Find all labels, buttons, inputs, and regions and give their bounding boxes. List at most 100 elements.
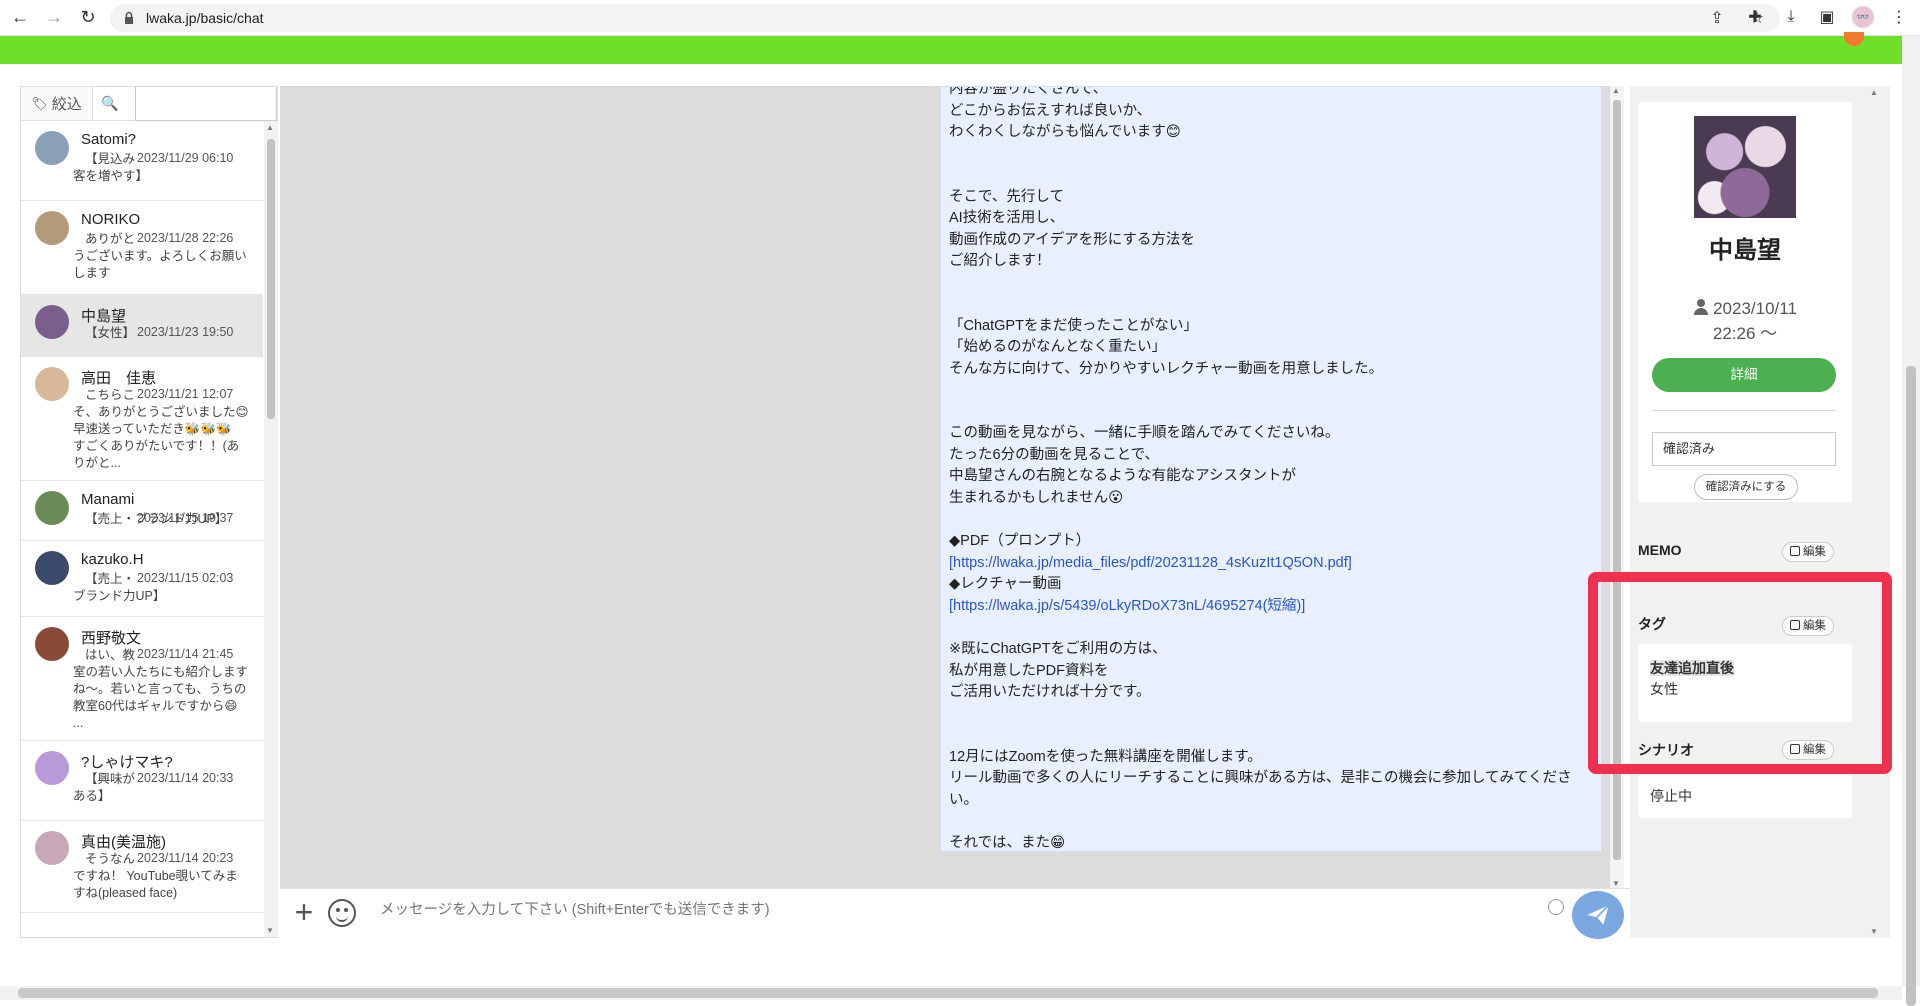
app-header-bar [0, 36, 1902, 64]
message-input-bar: + [280, 888, 1630, 939]
message-text: ※既にChatGPTをご利用の方は、 私が用意したPDF資料を ご活用いただけれ… [949, 641, 1167, 700]
contact-preview: 【売上・ ブランド力UP】 [73, 572, 166, 603]
page-scroll-thumb[interactable] [1906, 366, 1916, 1006]
browser-actions: ✚ ⤓ ▣ 👓 ⋮ [1744, 6, 1910, 28]
contact-name: kazuko.H [81, 551, 144, 568]
contact-list: Satomi? 2023/11/29 06:10 【見込み 客を増やす】 NORIKO… [21, 121, 263, 937]
share-icon[interactable]: ⇪ [1706, 7, 1728, 29]
send-button[interactable] [1572, 891, 1624, 939]
scenario-card: 停止中 [1638, 774, 1852, 818]
message-text: そこで、先行して AI技術を活用し、 動画作成のアイデアを形にする方法を ご紹介… [949, 188, 1195, 270]
horizontal-scroll-thumb[interactable] [18, 988, 1878, 998]
contact-avatar [35, 831, 69, 865]
profile-panel-scrollbar[interactable]: ▲ ▼ [1868, 86, 1882, 938]
contact-preview: 【見込み 客を増やす】 [73, 152, 149, 183]
message-text: 12月にはZoomを使った無料講座を開催します。 リール動画で多くの人にリーチす… [949, 748, 1572, 808]
chat-area: 内容が盛りたくさんで、 どこからお伝えすれば良いか、 わくわくしながらも悩んでい… [280, 86, 1624, 888]
side-panel-icon[interactable]: ▣ [1816, 6, 1838, 28]
profile-panel: 中島望 2023/10/11 22:26 〜 詳細 確認済み 確認済みにする M… [1630, 86, 1890, 938]
contact-avatar [35, 551, 69, 585]
contact-name: 真由(美温施) [81, 834, 166, 851]
edit-label: 編集 [1803, 546, 1826, 558]
contact-preview: 【売上・ブランド力UP】 [85, 512, 228, 526]
scroll-up-arrow-icon[interactable]: ▲ [266, 123, 274, 132]
pdf-link[interactable]: [https://lwaka.jp/media_files/pdf/202311… [949, 555, 1352, 571]
message-text: ◆PDF（プロンプト） [949, 533, 1091, 549]
contact-avatar [35, 491, 69, 525]
profile-image [1694, 116, 1796, 218]
tag-icon: 🏷 [31, 95, 48, 111]
contact-name: 高田 佳恵 [81, 370, 157, 387]
lock-icon [125, 11, 133, 24]
url-text: lwaka.jp/basic/chat [146, 10, 264, 26]
scroll-up-arrow-icon[interactable]: ▲ [1612, 86, 1620, 95]
address-bar[interactable]: lwaka.jp/basic/chat ⇪ ☆ [110, 4, 1780, 32]
contact-item[interactable]: 高田 佳恵 2023/11/21 12:07 こちらこ そ、ありがとうございました😊… [21, 357, 263, 481]
contact-item[interactable]: Satomi? 2023/11/29 06:10 【見込み 客を増やす】 [21, 121, 263, 201]
contact-name: 西野敬文 [81, 630, 142, 647]
detail-button[interactable]: 詳細 [1652, 358, 1836, 392]
profile-avatar-icon[interactable]: 👓 [1852, 6, 1874, 28]
mark-confirmed-button[interactable]: 確認済みにする [1694, 474, 1798, 500]
inline-emoji-icon[interactable] [1548, 899, 1564, 915]
page-scrollbar[interactable] [1902, 36, 1920, 1006]
contact-list-scroll-thumb[interactable] [267, 139, 275, 419]
message-input[interactable] [380, 895, 1550, 925]
video-link[interactable]: [https://lwaka.jp/s/5439/oLkyRDoX73nL/46… [949, 598, 1305, 614]
contact-item[interactable]: NORIKO 2023/11/28 22:26 ありがと うございます。よろしくお願… [21, 201, 263, 295]
contact-item[interactable]: 真由(美温施) 2023/11/14 20:23 そうなん ですね！ YouTube… [21, 821, 263, 913]
message-text: この動画を見ながら、一緒に手順を踏んでみてくださいね。 たった6分の動画を見るこ… [949, 425, 1340, 506]
message-text: 「ChatGPTをまだ使ったことがない」 「始めるのがなんとなく重たい」 そんな… [949, 317, 1384, 377]
contact-avatar [35, 131, 69, 165]
contact-name: 中島望 [81, 308, 127, 325]
status-field[interactable]: 確認済み [1652, 432, 1836, 466]
filter-button[interactable]: 🏷 絞込 [21, 87, 93, 120]
contact-name: NORIKO [81, 211, 141, 228]
contact-name: ?しゃけマキ? [81, 754, 173, 771]
scroll-down-arrow-icon[interactable]: ▼ [266, 926, 274, 935]
contact-preview: こちらこ そ、ありがとうございました😊 早速送っていただき🐝🐝🐝 すごくありがた… [73, 388, 249, 470]
emoji-icon[interactable] [328, 899, 356, 927]
reload-icon[interactable]: ↻ [74, 4, 102, 32]
contact-avatar [35, 751, 69, 785]
more-menu-icon[interactable]: ⋮ [1888, 6, 1910, 28]
profile-name: 中島望 [1709, 237, 1781, 264]
scroll-down-arrow-icon[interactable]: ▼ [1870, 927, 1878, 936]
friend-since-date: 2023/10/11 22:26 〜 [1638, 296, 1852, 346]
filter-search-input[interactable] [135, 87, 277, 121]
message-bubble: 内容が盛りたくさんで、 どこからお伝えすれば良いか、 わくわくしながらも悩んでい… [940, 86, 1602, 852]
scroll-up-arrow-icon[interactable]: ▲ [1870, 88, 1878, 97]
contact-item[interactable]: 西野敬文 2023/11/14 21:45 はい、教 室の若い人たちにも紹介します … [21, 617, 263, 741]
add-attachment-icon[interactable]: + [288, 896, 320, 929]
scenario-status: 停止中 [1650, 788, 1692, 804]
contact-name: Manami [81, 491, 135, 508]
message-text: 内容が盛りたくさんで、 どこからお伝えすれば良いか、 わくわくしながらも悩んでい… [949, 86, 1181, 140]
filter-bar: 🏷 絞込 🔍 [21, 87, 277, 121]
contact-item[interactable]: kazuko.H 2023/11/15 02:03 【売上・ ブランド力UP】 [21, 541, 263, 617]
memo-title: MEMO [1638, 542, 1682, 558]
profile-card: 中島望 2023/10/11 22:26 〜 詳細 確認済み 確認済みにする [1638, 102, 1852, 502]
contact-preview: 【興味が ある】 [73, 772, 136, 803]
contact-avatar [35, 211, 69, 245]
scroll-down-arrow-icon[interactable]: ▼ [1612, 879, 1620, 888]
memo-edit-button[interactable]: 編集 [1782, 542, 1834, 562]
forward-arrow-icon[interactable]: → [40, 4, 68, 32]
contact-item[interactable]: 中島望 2023/11/23 19:50 【女性】 [21, 295, 263, 357]
contact-preview: 【女性】 [85, 326, 136, 340]
edit-icon [1790, 546, 1800, 556]
contact-item[interactable]: ?しゃけマキ? 2023/11/14 20:33 【興味が ある】 [21, 741, 263, 821]
horizontal-scrollbar[interactable] [0, 986, 1902, 1000]
message-text: ◆レクチャー動画 [949, 576, 1062, 592]
contact-avatar [35, 305, 69, 339]
contact-preview: はい、教 室の若い人たちにも紹介します ね〜。若いと言っても、うちの 教室60代… [73, 648, 249, 730]
person-icon [1693, 299, 1709, 315]
extensions-icon[interactable]: ✚ [1744, 6, 1766, 28]
back-arrow-icon[interactable]: ← [6, 4, 34, 32]
browser-toolbar: ← → ↻ lwaka.jp/basic/chat ⇪ ☆ ✚ ⤓ ▣ 👓 ⋮ [0, 0, 1920, 36]
paper-plane-icon [1587, 904, 1610, 925]
message-text: それでは、また😁 [949, 835, 1066, 851]
contact-item[interactable]: Manami 2023/11/15 19:37 【売上・ブランド力UP】 [21, 481, 263, 541]
download-icon[interactable]: ⤓ [1780, 6, 1802, 28]
contact-list-scrollbar[interactable]: ▲ ▼ [264, 121, 278, 937]
date-line-2: 22:26 〜 [1712, 324, 1778, 343]
